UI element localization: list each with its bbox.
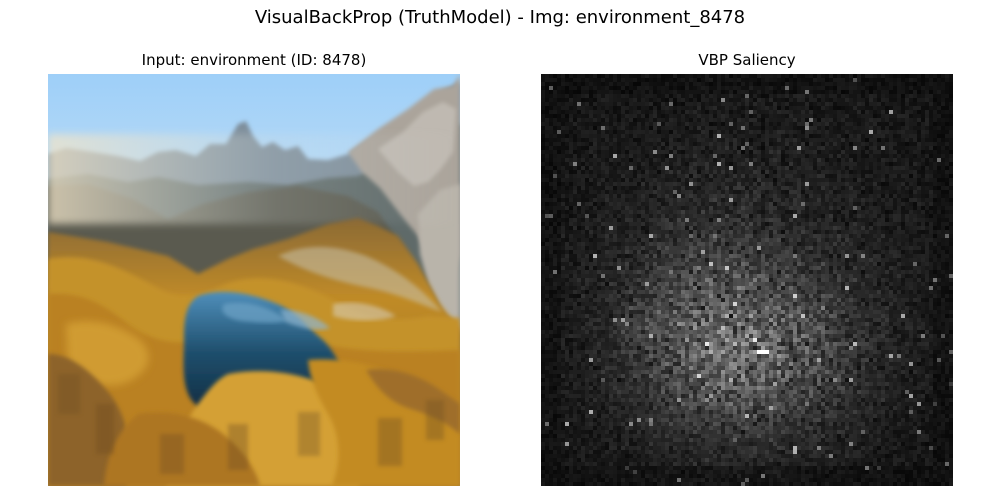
saliency-map-panel: [541, 74, 953, 486]
input-panel-title: Input: environment (ID: 8478): [141, 51, 367, 69]
saliency-panel-title: VBP Saliency: [698, 51, 796, 69]
input-image-panel: [48, 74, 460, 486]
saliency-heatmap: [541, 74, 953, 486]
figure-title: VisualBackProp (TruthModel) - Img: envir…: [254, 7, 746, 28]
landscape-image: [48, 74, 460, 486]
